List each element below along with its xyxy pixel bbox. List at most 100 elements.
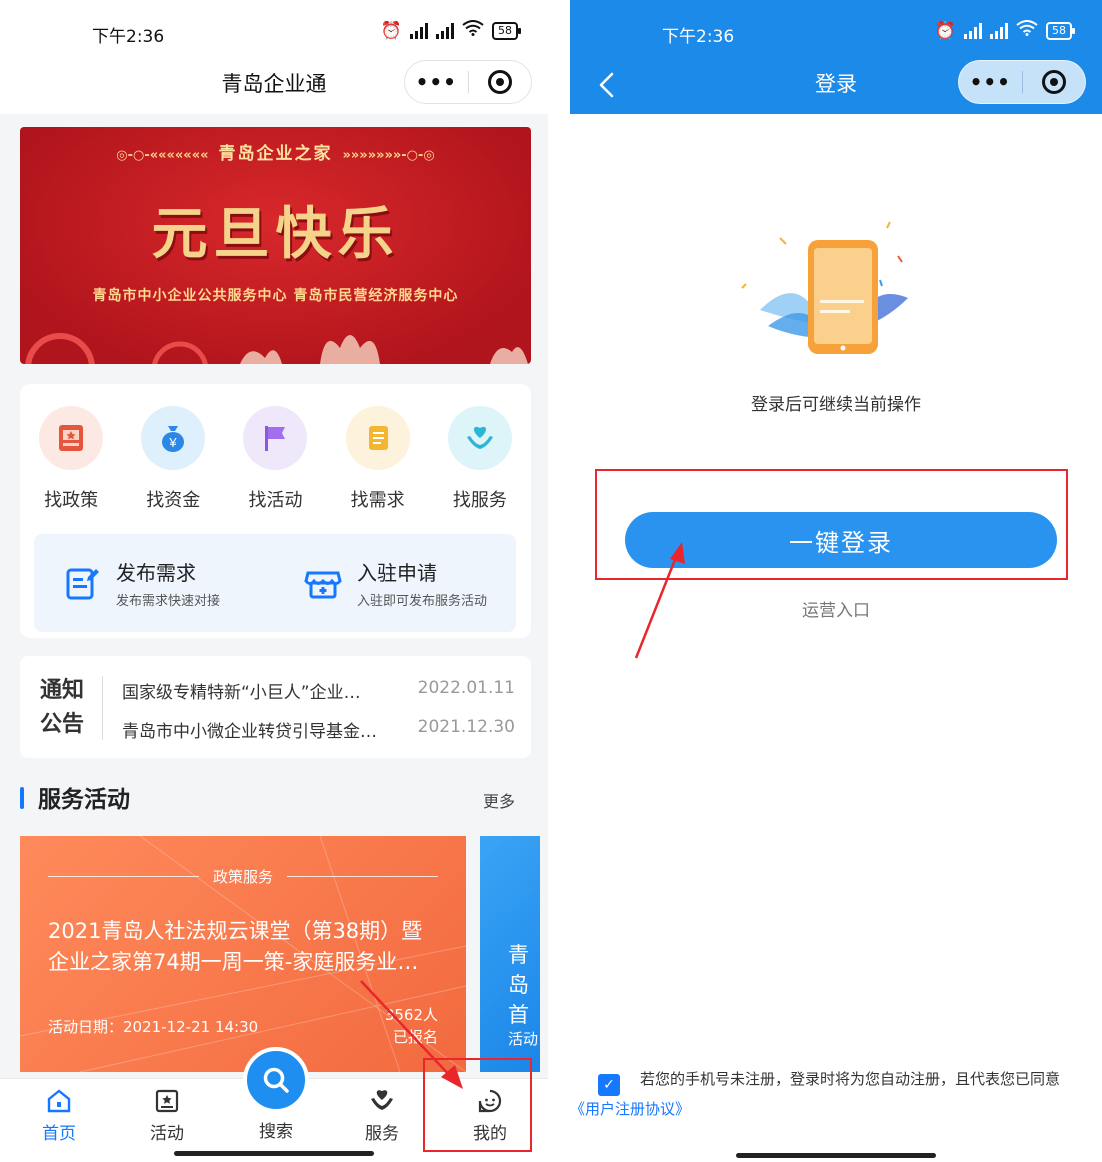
activity-title: 青岛首 (508, 943, 529, 1027)
agreement-text: 若您的手机号未注册，登录时将为您自动注册，且代表您已同意 (640, 1070, 1061, 1088)
notice-date: 2022.01.11 (417, 678, 515, 698)
login-screen: 下午2:36 ⏰ 58 登录 ••• 登录后可继续当前操作 一键登录 运营入口 … (570, 0, 1102, 1162)
banner-deco-right: »»»»»»»-○-◎ (342, 148, 435, 163)
tab-service[interactable]: 服务 (347, 1087, 417, 1144)
publish-demand-text: 发布需求 发布需求快速对接 (116, 557, 220, 609)
tab-home[interactable]: 首页 (24, 1087, 94, 1144)
settle-apply-button[interactable]: 入驻申请 入驻即可发布服务活动 (275, 534, 516, 632)
status-bar: 下午2:36 ⏰ 58 (0, 0, 548, 58)
more-button[interactable]: ••• (959, 70, 1022, 94)
activity-date: 活动 (508, 1030, 538, 1048)
phone-illustration (741, 221, 908, 354)
services-card: 找政策 ¥ 找资金 找活动 找需求 找服务 发布需求 发布需求快速对接 入驻申请… (20, 384, 531, 638)
login-hint: 登录后可继续当前操作 (751, 395, 921, 415)
money-bag-icon: ¥ (141, 406, 206, 470)
status-icons: ⏰ 58 (380, 20, 521, 41)
settle-apply-subtitle: 入驻即可发布服务活动 (357, 594, 488, 609)
status-time: 下午2:36 (662, 27, 735, 47)
activity-date: 活动日期：2021-12-21 14:30 (48, 1018, 259, 1036)
tab-activity[interactable]: 活动 (132, 1087, 202, 1144)
notice-divider (102, 676, 103, 740)
store-icon (304, 571, 342, 599)
activity-icon (132, 1087, 202, 1115)
publish-demand-button[interactable]: 发布需求 发布需求快速对接 (34, 534, 275, 632)
alarm-icon: ⏰ (934, 20, 956, 41)
grid-item-funds[interactable]: ¥ 找资金 (128, 406, 218, 512)
banner-header: ◎-○-««««««« 青岛企业之家 »»»»»»»-○-◎ (116, 144, 435, 164)
tab-label: 活动 (150, 1124, 184, 1144)
settle-apply-text: 入驻申请 入驻即可发布服务活动 (357, 557, 487, 609)
notice-item[interactable]: 国家级专精特新“小巨人”企业… 2022.01.11 (122, 678, 515, 703)
flag-icon (243, 406, 308, 470)
notice-date: 2021.12.30 (417, 717, 515, 737)
more-link[interactable]: 更多 (483, 788, 515, 812)
function-grid: 找政策 ¥ 找资金 找活动 找需求 找服务 (20, 406, 531, 512)
home-indicator (736, 1153, 936, 1158)
grid-item-policy[interactable]: 找政策 (26, 406, 116, 512)
target-icon (1041, 70, 1066, 94)
quick-actions: 发布需求 发布需求快速对接 入驻申请 入驻即可发布服务活动 (34, 534, 516, 632)
publish-demand-subtitle: 发布需求快速对接 (116, 594, 221, 609)
miniprogram-capsule: ••• (958, 60, 1086, 104)
grid-item-service[interactable]: 找服务 (435, 406, 525, 512)
alarm-icon: ⏰ (380, 20, 402, 41)
tab-label: 首页 (42, 1124, 76, 1144)
nav-bar: 青岛企业通 ••• (0, 58, 548, 114)
home-indicator (174, 1151, 374, 1156)
publish-demand-title: 发布需求 (116, 561, 196, 585)
agreement-row: ✓ 若您的手机号未注册，登录时将为您自动注册，且代表您已同意 《用户注册协议》 (570, 1066, 1082, 1122)
svg-text:¥: ¥ (169, 435, 178, 450)
notice-board: 通知公告 国家级专精特新“小巨人”企业… 2022.01.11 青岛市中小微企业… (20, 656, 531, 758)
target-icon (487, 70, 512, 94)
grid-item-demand[interactable]: 找需求 (333, 406, 423, 512)
new-year-banner[interactable]: ◎-○-««««««« 青岛企业之家 »»»»»»»-○-◎ 元旦快乐 青岛市中小企… (20, 127, 531, 364)
red-arrow-icon (634, 542, 685, 659)
grid-item-activity[interactable]: 找活动 (230, 406, 320, 512)
banner-subtitle: 青岛市中小企业公共服务中心 青岛市民营经济服务中心 (92, 288, 459, 304)
agree-checkbox[interactable]: ✓ (598, 1074, 620, 1096)
section-accent-bar (20, 787, 24, 809)
activity-title: 2021青岛人社法规云课堂（第38期）暨企业之家第74期一周一策-家庭服务业政策… (48, 919, 423, 974)
notice-item[interactable]: 青岛市中小微企业转贷引导基金… 2021.12.30 (122, 717, 515, 742)
banner-deco-left: ◎-○-««««««« (116, 148, 209, 163)
policy-icon (39, 406, 104, 470)
close-button[interactable] (469, 70, 532, 94)
status-bar: 下午2:36 ⏰ 58 (570, 0, 1102, 58)
grid-label: 找需求 (350, 490, 405, 511)
banner-title: 元旦快乐 (151, 201, 400, 267)
grid-label: 找资金 (146, 490, 201, 511)
nav-bar: 登录 ••• (570, 58, 1102, 114)
search-icon (263, 1067, 289, 1093)
scroll-icon (345, 406, 410, 470)
settle-apply-title: 入驻申请 (357, 561, 437, 585)
miniprogram-capsule: ••• (404, 60, 532, 104)
heart-hands-icon (447, 406, 512, 470)
notice-tag: 通知公告 (40, 678, 85, 737)
grid-label: 找服务 (452, 490, 507, 511)
activity-category: 政策服务 (213, 868, 274, 886)
close-button[interactable] (1023, 70, 1086, 94)
status-icons: ⏰ 58 (934, 20, 1075, 41)
activity-category-row: 政策服务 (48, 866, 439, 887)
battery-icon: 58 (1046, 21, 1075, 40)
home-icon (24, 1087, 94, 1115)
home-screen: 下午2:36 ⏰ 58 青岛企业通 ••• ◎-○-««««««« 青岛企业之家»… (0, 0, 548, 1162)
wifi-icon (1016, 20, 1038, 41)
wifi-icon (462, 20, 484, 41)
user-agreement-link[interactable]: 《用户注册协议》 (570, 1100, 690, 1118)
more-button[interactable]: ••• (405, 70, 468, 94)
signal-icon-2 (990, 22, 1008, 39)
floral-decoration (25, 333, 528, 364)
activity-card-next[interactable]: 青岛首 活动 (480, 836, 540, 1072)
section-header: 服务活动 更多 (20, 780, 531, 816)
status-time: 下午2:36 (92, 27, 165, 47)
tab-label: 搜索 (259, 1122, 293, 1142)
edit-doc-icon (66, 568, 99, 600)
red-arrow-icon (360, 980, 463, 1089)
notice-title: 青岛市中小微企业转贷引导基金… (122, 722, 377, 742)
search-button[interactable] (243, 1047, 309, 1113)
signal-icon (964, 22, 982, 39)
grid-label: 找活动 (248, 490, 303, 511)
grid-label: 找政策 (44, 490, 99, 511)
signal-icon (410, 22, 428, 39)
